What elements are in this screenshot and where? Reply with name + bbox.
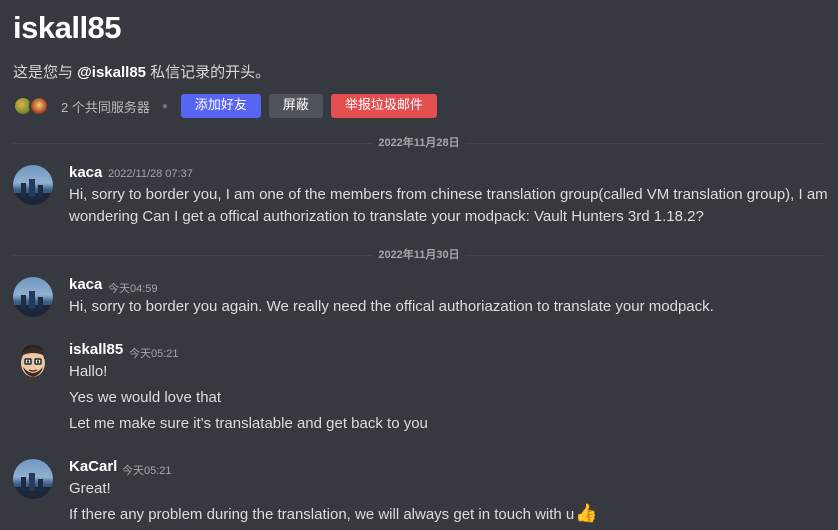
intro-prefix: 这是您与 <box>13 64 78 81</box>
message-text: Yes we would love that <box>69 389 222 406</box>
avatar[interactable] <box>13 341 53 381</box>
dm-title: iskall85 <box>13 10 122 45</box>
add-friend-button[interactable]: 添加好友 <box>180 94 261 118</box>
message-text: Let me make sure it's translatable and g… <box>69 415 428 432</box>
message-author[interactable]: kaca <box>69 164 102 181</box>
message-text: Hi, sorry to border you again. We really… <box>69 298 714 315</box>
intro-handle: @iskall85 <box>77 64 147 81</box>
dm-channel: iskall85 这是您与 @iskall85 私信记录的开头。 2 个共同服务… <box>0 0 838 530</box>
intro-suffix: 私信记录的开头。 <box>146 64 271 81</box>
mutual-servers-row: 2 个共同服务器 ● 添加好友 屏蔽 举报垃圾邮件 <box>13 94 445 118</box>
message-timestamp: 今天05:21 <box>122 465 172 477</box>
message-text: If there any problem during the translat… <box>69 506 575 523</box>
message-timestamp: 今天04:59 <box>108 283 158 295</box>
dm-intro-text: 这是您与 @iskall85 私信记录的开头。 <box>13 61 270 82</box>
message-text: Hi, sorry to border you, I am one of the… <box>69 186 828 203</box>
message-text: Hallo! <box>69 363 108 380</box>
cartoon-face-icon <box>21 345 45 377</box>
message-timestamp: 今天05:21 <box>129 348 179 360</box>
message-author[interactable]: iskall85 <box>69 341 123 358</box>
message-text: Great! <box>69 480 111 497</box>
separator-dot-icon: ● <box>161 100 168 112</box>
message-timestamp: 2022/11/28 07:37 <box>108 168 193 180</box>
date-divider: 2022年11月30日 <box>13 248 825 262</box>
message-author[interactable]: kaca <box>69 276 102 293</box>
date-divider-label: 2022年11月28日 <box>372 136 466 150</box>
date-divider: 2022年11月28日 <box>13 136 825 150</box>
server-icon[interactable] <box>29 96 49 116</box>
message-text: wondering Can I get a offical authorizat… <box>69 208 704 225</box>
date-divider-label: 2022年11月30日 <box>372 248 466 262</box>
message-author[interactable]: KaCarl <box>69 458 117 475</box>
block-button[interactable]: 屏蔽 <box>268 94 323 118</box>
mutual-servers-link[interactable]: 2 个共同服务器 <box>61 97 150 116</box>
report-spam-button[interactable]: 举报垃圾邮件 <box>330 94 437 118</box>
avatar[interactable] <box>13 277 53 317</box>
avatar[interactable] <box>13 459 53 499</box>
thumbs-up-icon: 👍 <box>575 503 598 523</box>
avatar[interactable] <box>13 165 53 205</box>
